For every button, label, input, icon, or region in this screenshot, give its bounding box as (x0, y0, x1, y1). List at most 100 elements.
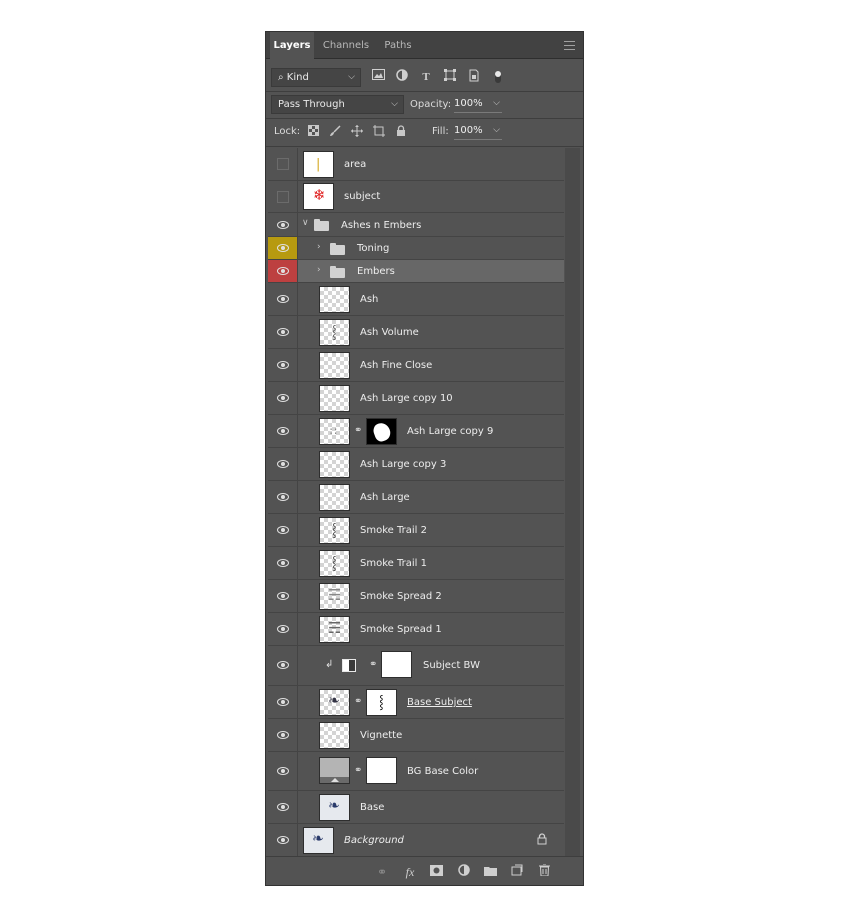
visibility-cell[interactable] (268, 791, 298, 823)
eye-icon[interactable] (277, 767, 289, 775)
layer-row[interactable]: ⸾ Smoke Trail 2 (268, 514, 564, 547)
layer-row[interactable]: Ash Large copy 3 (268, 448, 564, 481)
chevron-right-icon[interactable]: › (317, 242, 321, 252)
layer-row[interactable]: Vignette (268, 719, 564, 752)
eye-icon[interactable] (277, 625, 289, 633)
visibility-cell[interactable] (268, 448, 298, 480)
layer-row[interactable]: ∷ ⚭ Ash Large copy 9 (268, 415, 564, 448)
scrollbar[interactable] (565, 148, 580, 856)
eye-icon[interactable] (277, 526, 289, 534)
visibility-cell[interactable] (268, 646, 298, 685)
eye-icon[interactable] (277, 559, 289, 567)
eye-icon[interactable] (277, 221, 289, 229)
chevron-right-icon[interactable]: › (317, 265, 321, 275)
move-icon[interactable] (350, 125, 364, 139)
visibility-cell[interactable] (268, 181, 298, 212)
panel-menu-icon[interactable] (564, 41, 575, 50)
tab-layers[interactable]: Layers (270, 32, 314, 60)
group-row[interactable]: ∨ Ashes n Embers (268, 213, 564, 237)
visibility-cell[interactable] (268, 237, 298, 259)
eye-icon[interactable] (277, 328, 289, 336)
visibility-cell[interactable] (268, 415, 298, 447)
lock-icon[interactable] (394, 125, 408, 139)
type-filter-icon[interactable]: T (418, 69, 434, 85)
visibility-cell[interactable] (268, 382, 298, 414)
visibility-cell[interactable] (268, 148, 298, 180)
eye-icon[interactable] (277, 295, 289, 303)
eye-icon[interactable] (277, 244, 289, 252)
new-layer-icon[interactable] (509, 864, 525, 880)
lock-transparent-pixels-icon[interactable] (306, 125, 320, 139)
layer-row[interactable]: ❄ subject (268, 181, 564, 213)
layer-mask-thumbnail[interactable] (366, 418, 397, 445)
adjustment-layer-icon[interactable] (456, 864, 472, 880)
chevron-down-icon[interactable]: ∨ (302, 218, 309, 228)
visibility-cell[interactable] (268, 719, 298, 751)
visibility-off-box[interactable] (277, 191, 289, 203)
link-chain-icon[interactable]: ⚭ (354, 765, 362, 776)
visibility-cell[interactable] (268, 316, 298, 348)
layer-mask-thumbnail[interactable]: ⸾ (366, 689, 397, 716)
link-chain-icon[interactable]: ⚭ (369, 659, 377, 670)
layer-row[interactable]: Ash (268, 283, 564, 316)
add-mask-icon[interactable] (428, 864, 444, 880)
visibility-cell[interactable] (268, 514, 298, 546)
layer-row[interactable]: ⸾ Smoke Trail 1 (268, 547, 564, 580)
layer-row[interactable]: ⸾ Ash Volume (268, 316, 564, 349)
trash-icon[interactable] (536, 863, 552, 880)
visibility-cell[interactable] (268, 752, 298, 790)
link-layers-icon[interactable]: ⚭ (374, 864, 390, 880)
eye-icon[interactable] (277, 267, 289, 275)
visibility-off-box[interactable] (277, 158, 289, 170)
visibility-cell[interactable] (268, 547, 298, 579)
eye-icon[interactable] (277, 394, 289, 402)
chevron-down-icon[interactable]: ⌵ (493, 125, 500, 135)
eye-icon[interactable] (277, 427, 289, 435)
eye-icon[interactable] (277, 460, 289, 468)
visibility-cell[interactable] (268, 213, 298, 236)
layer-row[interactable]: Ash Large copy 10 (268, 382, 564, 415)
layer-row[interactable]: ❧ ⚭ ⸾ Base Subject (268, 686, 564, 719)
blend-mode-dropdown[interactable]: Pass Through ⌵ (271, 95, 404, 114)
eye-icon[interactable] (277, 836, 289, 844)
visibility-cell[interactable] (268, 349, 298, 381)
layer-mask-thumbnail[interactable] (366, 757, 397, 784)
group-row[interactable]: › Toning (268, 237, 564, 260)
link-chain-icon[interactable]: ⚭ (354, 425, 362, 436)
smart-object-filter-icon[interactable] (466, 69, 482, 85)
opacity-input[interactable]: 100% ⌵ (454, 98, 502, 113)
brush-icon[interactable] (328, 125, 342, 139)
new-group-icon[interactable] (482, 864, 498, 880)
visibility-cell[interactable] (268, 824, 298, 856)
layer-row[interactable]: ↲ ⚭ Subject BW (268, 646, 564, 686)
layer-row[interactable]: | area (268, 148, 564, 181)
fill-input[interactable]: 100% ⌵ (454, 125, 502, 140)
pixel-filter-icon[interactable] (370, 69, 386, 85)
eye-icon[interactable] (277, 803, 289, 811)
fx-icon[interactable]: fx (402, 864, 418, 880)
filter-toggle-icon[interactable] (490, 69, 506, 85)
layer-row[interactable]: Ash Large (268, 481, 564, 514)
layer-row[interactable]: ☴ Smoke Spread 2 (268, 580, 564, 613)
group-row[interactable]: › Embers (268, 260, 564, 283)
shape-filter-icon[interactable] (442, 69, 458, 85)
visibility-cell[interactable] (268, 260, 298, 282)
layer-row[interactable]: ❧ Base (268, 791, 564, 824)
layer-mask-thumbnail[interactable] (381, 651, 412, 678)
visibility-cell[interactable] (268, 686, 298, 718)
tab-paths[interactable]: Paths (378, 32, 418, 59)
eye-icon[interactable] (277, 731, 289, 739)
crop-icon[interactable] (372, 125, 386, 139)
visibility-cell[interactable] (268, 283, 298, 315)
chevron-down-icon[interactable]: ⌵ (493, 98, 500, 108)
eye-icon[interactable] (277, 361, 289, 369)
filter-kind-dropdown[interactable]: ⌕ Kind ⌵ (271, 68, 361, 87)
layer-row[interactable]: ⚭ BG Base Color (268, 752, 564, 791)
layer-row[interactable]: ☴ Smoke Spread 1 (268, 613, 564, 646)
adjustment-filter-icon[interactable] (394, 69, 410, 85)
eye-icon[interactable] (277, 661, 289, 669)
visibility-cell[interactable] (268, 613, 298, 645)
link-chain-icon[interactable]: ⚭ (354, 696, 362, 707)
layer-row[interactable]: Ash Fine Close (268, 349, 564, 382)
visibility-cell[interactable] (268, 481, 298, 513)
